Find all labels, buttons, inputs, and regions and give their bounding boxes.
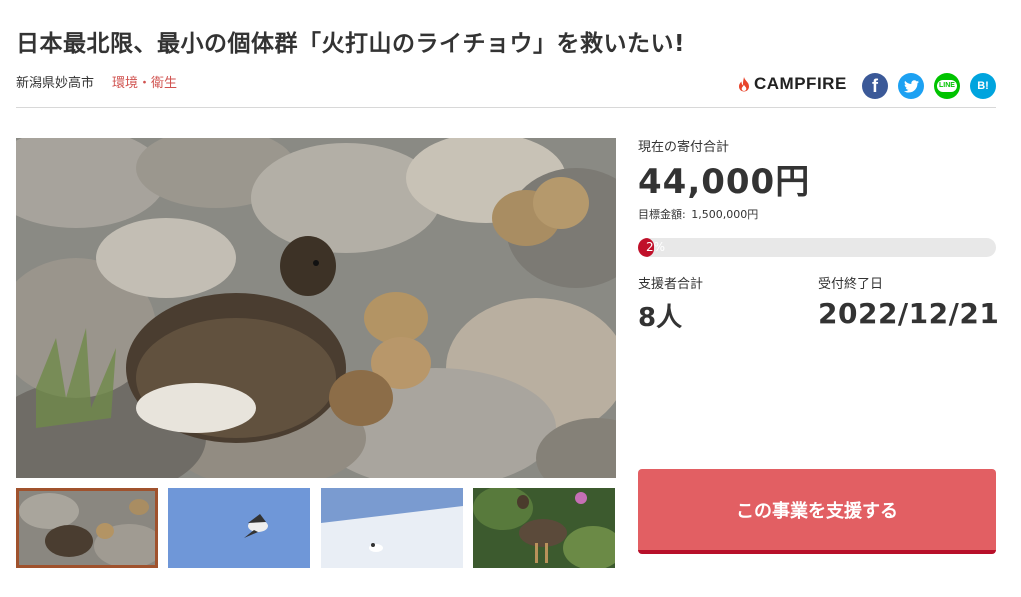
end-date: 2022/12/21 — [818, 297, 1000, 330]
end-date-label: 受付終了日 — [818, 277, 884, 292]
hatena-bookmark-button[interactable]: B! — [970, 73, 996, 99]
total-amount: 44,000円 — [638, 162, 811, 202]
project-meta: 新潟県妙高市 環境・衛生 — [16, 72, 177, 91]
progress-bar — [638, 238, 996, 257]
goal-label: 目標金額: — [638, 208, 686, 221]
facebook-icon: f — [872, 75, 878, 96]
total-label: 現在の寄付合計 — [638, 140, 730, 155]
campfire-logo[interactable]: CAMPFIRE — [738, 74, 847, 94]
facebook-share-button[interactable]: f — [862, 73, 888, 99]
goal-value: 1,500,000円 — [691, 208, 759, 221]
line-icon: LINE — [937, 80, 957, 92]
category-link[interactable]: 環境・衛生 — [112, 72, 177, 91]
location-link[interactable]: 新潟県妙高市 — [16, 72, 94, 91]
header-divider — [16, 107, 996, 108]
twitter-share-button[interactable] — [898, 73, 924, 99]
hatena-icon: B! — [977, 80, 989, 92]
twitter-icon — [903, 79, 919, 92]
gallery-thumbnail-2[interactable] — [168, 488, 310, 568]
supporters-count: 8人 — [638, 303, 683, 333]
support-button[interactable]: この事業を支援する — [638, 469, 996, 554]
line-share-button[interactable]: LINE — [934, 73, 960, 99]
brand-name: CAMPFIRE — [754, 74, 847, 93]
gallery-thumbnail-4[interactable] — [473, 488, 615, 568]
supporters-label: 支援者合計 — [638, 277, 704, 292]
flame-icon — [739, 77, 749, 92]
main-photo[interactable] — [16, 138, 616, 478]
progress-percent: 2% — [646, 240, 666, 254]
page-title: 日本最北限、最小の個体群「火打山のライチョウ」を救いたい! — [16, 31, 685, 57]
gallery-thumbnail-1[interactable] — [16, 488, 158, 568]
goal-amount: 目標金額: 1,500,000円 — [638, 206, 758, 222]
gallery-thumbnail-3[interactable] — [321, 488, 463, 568]
